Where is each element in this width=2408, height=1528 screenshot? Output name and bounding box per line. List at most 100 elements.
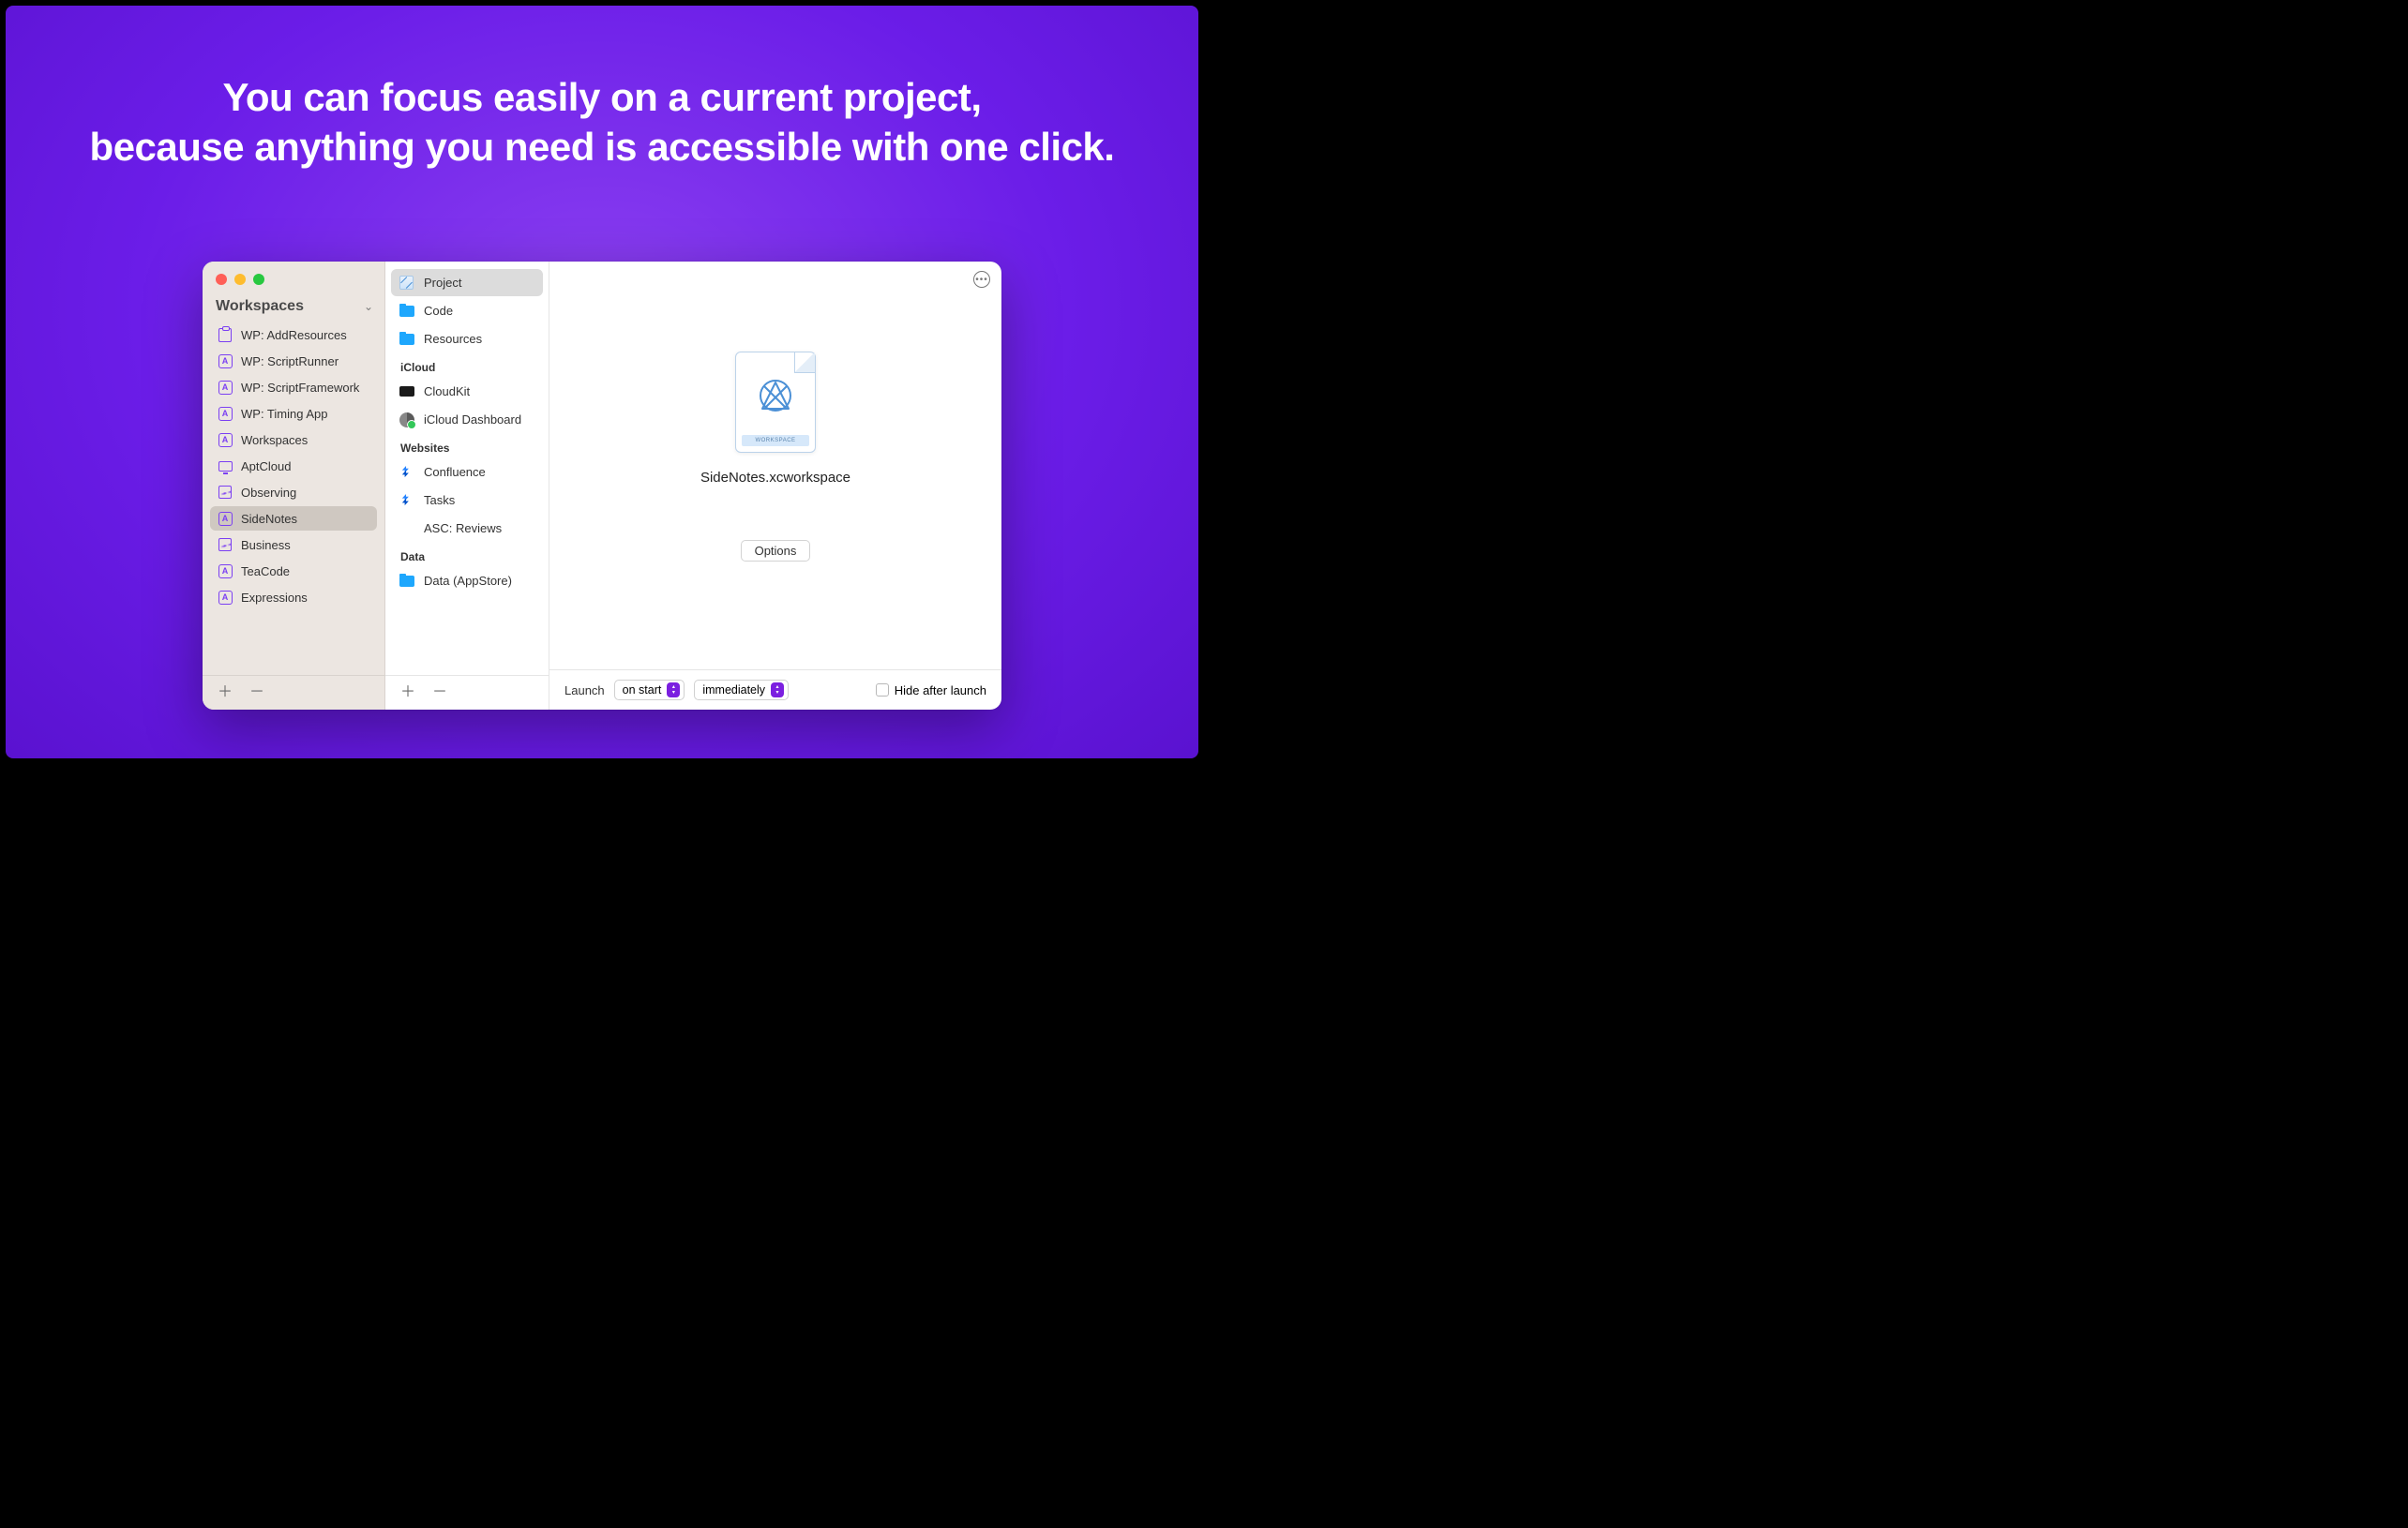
a-box-icon: A xyxy=(218,511,233,526)
checkbox-icon xyxy=(876,683,889,697)
middle-footer: ＋ － xyxy=(385,675,549,710)
sidebar-title: Workspaces xyxy=(216,298,304,315)
middle-item-label: Tasks xyxy=(424,493,455,507)
sidebar-item-label: Business xyxy=(241,538,291,552)
xcode-icon xyxy=(399,275,414,291)
app-window: Workspaces ⌄ WP: AddResources A WP: Script… xyxy=(203,262,1001,710)
sidebar-item[interactable]: A Expressions xyxy=(210,585,377,609)
sidebar-list: WP: AddResources A WP: ScriptRunner A WP: Sc… xyxy=(203,322,384,675)
middle-item[interactable]: ASC: Reviews xyxy=(391,515,543,542)
detail-body: WORKSPACE SideNotes.xcworkspace Options xyxy=(549,262,1001,669)
gear-badge-icon xyxy=(399,412,414,427)
fullscreen-window-button[interactable] xyxy=(253,274,264,285)
sidebar-item-label: SideNotes xyxy=(241,512,297,526)
middle-item-label: ASC: Reviews xyxy=(424,521,502,535)
sidebar-item[interactable]: A WP: ScriptFramework xyxy=(210,375,377,399)
sidebar-header: Workspaces ⌄ xyxy=(203,285,384,322)
page-fold-icon xyxy=(794,352,815,373)
add-item-button[interactable]: ＋ xyxy=(400,685,415,700)
sidebar-footer: ＋ － xyxy=(203,675,384,710)
apple-icon xyxy=(399,520,414,536)
select-arrows-icon: ▴▾ xyxy=(771,682,784,697)
sidebar: Workspaces ⌄ WP: AddResources A WP: Script… xyxy=(203,262,385,710)
sidebar-item[interactable]: WP: AddResources xyxy=(210,322,377,347)
middle-item-label: Confluence xyxy=(424,465,486,479)
file-band-label: WORKSPACE xyxy=(742,435,809,446)
launch-delay-select[interactable]: immediately ▴▾ xyxy=(694,680,789,700)
sidebar-item[interactable]: Observing xyxy=(210,480,377,504)
sidebar-item-label: TeaCode xyxy=(241,564,290,578)
hide-after-launch-checkbox[interactable]: Hide after launch xyxy=(876,683,986,697)
sidebar-item-label: WP: ScriptFramework xyxy=(241,381,359,395)
a-box-icon: A xyxy=(218,353,233,368)
middle-list: Project Code Resources iCloud CloudKit iCloud… xyxy=(385,262,549,675)
chevron-down-icon[interactable]: ⌄ xyxy=(364,300,373,313)
middle-item-label: Resources xyxy=(424,332,482,346)
middle-section-header: Data xyxy=(391,543,543,567)
sidebar-item[interactable]: A Workspaces xyxy=(210,427,377,452)
page-headline: You can focus easily on a current projec… xyxy=(6,73,1198,172)
middle-section-header: iCloud xyxy=(391,353,543,378)
sidebar-item[interactable]: A TeaCode xyxy=(210,559,377,583)
folder-icon xyxy=(399,331,414,347)
options-button[interactable]: Options xyxy=(741,540,811,562)
launch-when-value: on start xyxy=(623,683,662,697)
minimize-window-button[interactable] xyxy=(234,274,246,285)
sidebar-item-label: Expressions xyxy=(241,591,308,605)
a-box-icon: A xyxy=(218,590,233,605)
middle-item[interactable]: Data (AppStore) xyxy=(391,567,543,594)
middle-item[interactable]: Confluence xyxy=(391,458,543,486)
jira-icon xyxy=(399,492,414,508)
detail-footer: Launch on start ▴▾ immediately ▴▾ Hide a… xyxy=(549,669,1001,710)
remove-item-button[interactable]: － xyxy=(432,685,447,700)
sidebar-item[interactable]: AWP: Timing App xyxy=(210,401,377,426)
middle-item[interactable]: Resources xyxy=(391,325,543,352)
a-box-icon: A xyxy=(218,563,233,578)
sidebar-item-label: Workspaces xyxy=(241,433,308,447)
sidebar-item[interactable]: Business xyxy=(210,532,377,557)
a-box-icon: A xyxy=(218,380,233,395)
middle-item-label: Data (AppStore) xyxy=(424,574,512,588)
middle-item-label: CloudKit xyxy=(424,384,470,398)
add-workspace-button[interactable]: ＋ xyxy=(218,685,233,700)
middle-item-label: Code xyxy=(424,304,453,318)
select-arrows-icon: ▴▾ xyxy=(667,682,680,697)
sidebar-item[interactable]: A SideNotes xyxy=(210,506,377,531)
middle-item[interactable]: Project xyxy=(391,269,543,296)
jira-icon xyxy=(399,464,414,480)
black-rect-icon xyxy=(399,383,414,399)
middle-panel: Project Code Resources iCloud CloudKit iCloud… xyxy=(385,262,549,710)
launch-label: Launch xyxy=(564,683,605,697)
detail-panel: ••• WORKSPACE SideNotes.xcworks xyxy=(549,262,1001,710)
launch-delay-value: immediately xyxy=(702,683,765,697)
chart-icon xyxy=(218,537,233,552)
folder-icon xyxy=(399,573,414,589)
a-box-icon: A xyxy=(218,432,233,447)
launch-when-select[interactable]: on start ▴▾ xyxy=(614,680,685,700)
sidebar-item[interactable]: AptCloud xyxy=(210,454,377,478)
a-box-icon: A xyxy=(218,406,233,421)
monitor-icon xyxy=(218,458,233,473)
more-menu-button[interactable]: ••• xyxy=(973,271,990,288)
selected-filename: SideNotes.xcworkspace xyxy=(700,470,850,486)
remove-workspace-button[interactable]: － xyxy=(249,685,264,700)
middle-item[interactable]: CloudKit xyxy=(391,378,543,405)
hide-after-launch-label: Hide after launch xyxy=(895,683,986,697)
sidebar-item-label: AptCloud xyxy=(241,459,291,473)
middle-item-label: Project xyxy=(424,276,461,290)
chart-icon xyxy=(218,485,233,500)
sidebar-item-label: WP: ScriptRunner xyxy=(241,354,339,368)
close-window-button[interactable] xyxy=(216,274,227,285)
middle-item[interactable]: Code xyxy=(391,297,543,324)
middle-section-header: Websites xyxy=(391,434,543,458)
sidebar-item-label: Observing xyxy=(241,486,296,500)
window-controls xyxy=(203,262,384,285)
clipboard-icon xyxy=(218,327,233,342)
sidebar-item[interactable]: A WP: ScriptRunner xyxy=(210,349,377,373)
middle-item[interactable]: iCloud Dashboard xyxy=(391,406,543,433)
folder-icon xyxy=(399,303,414,319)
workspace-file-icon: WORKSPACE xyxy=(735,352,816,453)
middle-item-label: iCloud Dashboard xyxy=(424,412,521,427)
middle-item[interactable]: Tasks xyxy=(391,487,543,514)
sidebar-item-label: WP: AddResources xyxy=(241,328,347,342)
